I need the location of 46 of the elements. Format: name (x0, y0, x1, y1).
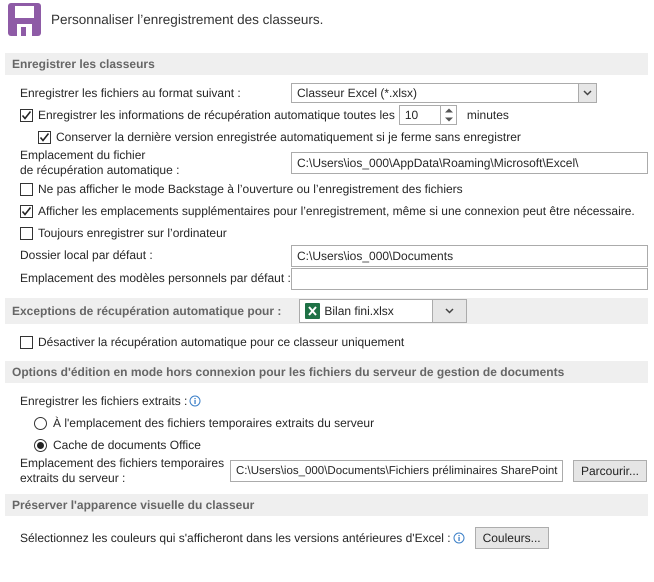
field-label: Emplacement du fichier de récupération automatique : (20, 148, 180, 178)
text-field[interactable]: C:\Users\ios_000\Documents\Fichiers préliminaires SharePoint (230, 460, 563, 482)
section-title: Exceptions de récupération automatique pour : (12, 304, 282, 318)
field-label: Enregistrer les fichiers au format suivant : (20, 86, 242, 100)
checkbox[interactable] (20, 336, 33, 348)
checkbox-label: Conserver la dernière version enregistrée automatiquement si je ferme sans enregistrer (56, 130, 521, 144)
checkbox-label: Ne pas afficher le mode Backstage à l’ouverture ou l’enregistrement des fichiers (38, 182, 463, 196)
checkbox[interactable] (20, 108, 33, 122)
checkbox-label: Désactiver la récupération automatique pour ce classeur uniquement (38, 334, 404, 350)
checkbox[interactable] (38, 130, 51, 144)
checkbox[interactable] (20, 182, 33, 196)
chevron-down-icon (583, 90, 592, 96)
number-input[interactable]: 10 (398, 105, 441, 125)
spin-buttons[interactable] (440, 105, 457, 125)
format-dropdown[interactable]: Classeur Excel (*.xlsx) (291, 83, 597, 103)
dropdown-value: Bilan fini.xlsx (324, 304, 394, 318)
field-label: Sélectionnez les couleurs qui s'afficheront dans les versions antérieures d'Excel : (20, 530, 451, 546)
text-field[interactable] (291, 268, 648, 290)
spreadsheet-icon (305, 303, 320, 319)
text-field[interactable]: C:\Users\ios_000\AppData\Roaming\Microsoft\Excel\ (291, 152, 648, 174)
checkbox-label: Afficher les emplacements supplémentaires pour l’enregistrement, même si une connexion peut être nécessaire. (38, 204, 635, 218)
field-label: Emplacement des modèles personnels par défaut : (20, 271, 291, 286)
radio-button[interactable] (34, 438, 47, 452)
field-label: Enregistrer les fichiers extraits : (20, 394, 188, 408)
field-label: Emplacement des fichiers temporaires extraits du serveur : (20, 456, 226, 486)
radio-button[interactable] (34, 416, 47, 430)
section-header: Options d'édition en mode hors connexion pour les fichiers du serveur de gestion de documents (5, 361, 648, 383)
radio-label: À l'emplacement des fichiers temporaires extraits du serveur (53, 416, 374, 430)
section-header: Enregistrer les classeurs (5, 53, 648, 75)
section-header: Préserver l'apparence visuelle du classeur (5, 494, 648, 516)
workbook-dropdown[interactable]: Bilan fini.xlsx (299, 299, 468, 323)
chevron-down-icon (445, 308, 454, 314)
checkbox[interactable] (20, 226, 33, 240)
browse-button[interactable]: Parcourir... (572, 460, 647, 482)
page-title: Personnaliser l’enregistrement des classeurs. (51, 12, 324, 27)
colors-button[interactable]: Couleurs... (474, 527, 549, 549)
radio-label: Cache de documents Office (53, 438, 201, 452)
checkbox[interactable] (20, 204, 33, 218)
checkbox-label: Toujours enregistrer sur l’ordinateur (38, 226, 227, 240)
info-icon (452, 532, 465, 544)
unit-label: minutes (466, 108, 509, 122)
text-field[interactable]: C:\Users\ios_000\Documents (291, 244, 648, 266)
save-icon (8, 3, 41, 36)
field-label: Dossier local par défaut : (20, 248, 154, 263)
checkbox-label: Enregistrer les informations de récupération automatique toutes les (38, 108, 395, 122)
info-icon (189, 395, 202, 407)
